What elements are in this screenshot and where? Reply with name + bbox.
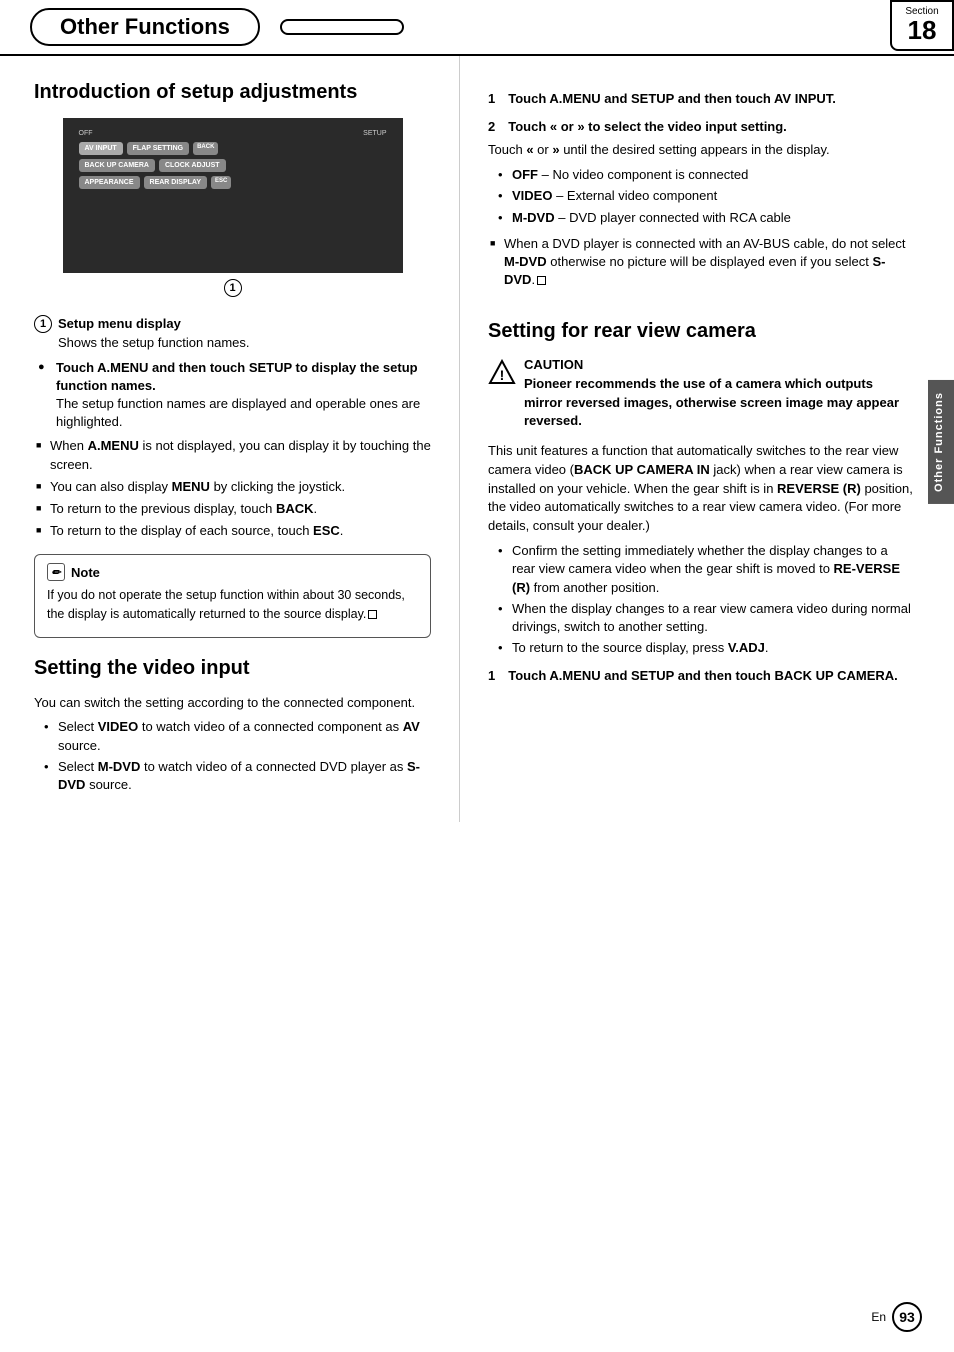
rear-camera-heading: Setting for rear view camera xyxy=(488,319,914,343)
video-bullet-mdvd: Select M-DVD to watch video of a connect… xyxy=(44,758,431,794)
end-marker xyxy=(368,610,377,619)
callout-1-item: 1 Setup menu display Shows the setup fun… xyxy=(34,315,431,353)
sq-bullet-menu: You can also display MENU by clicking th… xyxy=(36,478,431,496)
screen-btn-clock: CLOCK ADJUST xyxy=(159,159,226,172)
step2-bullet-video: VIDEO – External video component xyxy=(498,187,914,205)
step1-video-heading: 1 Touch A.MENU and SETUP and then touch … xyxy=(488,90,914,108)
video-input-heading: Setting the video input xyxy=(34,656,431,680)
main-content: Introduction of setup adjustments OFF SE… xyxy=(0,56,954,822)
section-number: 18 xyxy=(898,17,946,43)
page-header: Other Functions Section 18 xyxy=(0,0,954,56)
touch-setup-heading: Touch A.MENU and then touch SETUP to dis… xyxy=(56,360,418,393)
caution-text: Pioneer recommends the use of a camera w… xyxy=(524,375,914,430)
note-label: Note xyxy=(71,565,100,580)
step2-bullet-mdvd: M-DVD – DVD player connected with RCA ca… xyxy=(498,209,914,227)
video-input-bullets: Select VIDEO to watch video of a connect… xyxy=(44,718,431,794)
rear-bullet-normal: When the display changes to a rear view … xyxy=(498,600,914,636)
caution-box: ! CAUTION Pioneer recommends the use of … xyxy=(488,357,914,430)
avbus-bullet-list: When a DVD player is connected with an A… xyxy=(490,235,914,290)
left-column: Introduction of setup adjustments OFF SE… xyxy=(0,56,460,822)
footer-lang: En xyxy=(871,1310,886,1324)
screen-btn-backup: BACK UP CAMERA xyxy=(79,159,155,172)
header-center-box xyxy=(280,19,404,35)
rear-camera-body: This unit features a function that autom… xyxy=(488,442,914,536)
step2-intro: Touch « or » until the desired setting a… xyxy=(488,141,914,160)
callout-1-heading: Setup menu display xyxy=(58,316,181,331)
touch-setup-body: The setup function names are displayed a… xyxy=(56,396,420,429)
screen-label-setup: SETUP xyxy=(363,130,386,137)
callout-1-text: Shows the setup function names. xyxy=(58,335,250,350)
section-badge: Section 18 xyxy=(890,0,954,51)
intro-heading: Introduction of setup adjustments xyxy=(34,80,431,104)
footer-page: 93 xyxy=(892,1302,922,1332)
callout-1-circle: 1 xyxy=(224,279,242,297)
device-image-container: OFF SETUP AV INPUT FLAP SETTING BACK BAC… xyxy=(34,118,431,297)
section-title-box: Other Functions xyxy=(30,8,260,46)
note-icon: ✏ xyxy=(47,563,65,581)
rear-camera-bullets: Confirm the setting immediately whether … xyxy=(498,542,914,657)
note-header: ✏ Note xyxy=(47,563,418,581)
step1-rear-heading: 1 Touch A.MENU and SETUP and then touch … xyxy=(488,667,914,685)
screen-btn-flap: FLAP SETTING xyxy=(127,142,189,155)
page-footer: En 93 xyxy=(871,1302,922,1332)
note-box: ✏ Note If you do not operate the setup f… xyxy=(34,554,431,637)
video-bullet-video: Select VIDEO to watch video of a connect… xyxy=(44,718,431,754)
touch-setup-block: Touch A.MENU and then touch SETUP to dis… xyxy=(36,359,431,432)
caution-icon: ! xyxy=(488,359,516,387)
svg-text:!: ! xyxy=(500,367,505,383)
sq-bullet-amenu: When A.MENU is not displayed, you can di… xyxy=(36,437,431,473)
video-input-intro: You can switch the setting according to … xyxy=(34,694,431,713)
side-tab: Other Functions xyxy=(928,380,954,504)
sq-bullet-esc: To return to the display of each source,… xyxy=(36,522,431,540)
note-body: If you do not operate the setup function… xyxy=(47,586,418,622)
step2-bullets: OFF – No video component is connected VI… xyxy=(498,166,914,227)
screen-label-off: OFF xyxy=(79,130,93,137)
screen-btn-rear: REAR DISPLAY xyxy=(144,176,207,189)
screen-btn-avinput: AV INPUT xyxy=(79,142,123,155)
rear-bullet-confirm: Confirm the setting immediately whether … xyxy=(498,542,914,597)
sq-bullet-avbus: When a DVD player is connected with an A… xyxy=(490,235,914,290)
caution-label: CAUTION xyxy=(524,357,914,372)
sq-bullet-list: When A.MENU is not displayed, you can di… xyxy=(36,437,431,540)
callout-label: 1 xyxy=(34,315,52,333)
section-title: Other Functions xyxy=(60,14,230,40)
step2-bullet-off: OFF – No video component is connected xyxy=(498,166,914,184)
device-screen: OFF SETUP AV INPUT FLAP SETTING BACK BAC… xyxy=(63,118,403,273)
sq-bullet-back: To return to the previous display, touch… xyxy=(36,500,431,518)
screen-btn-back: BACK xyxy=(193,142,218,155)
rear-bullet-vadj: To return to the source display, press V… xyxy=(498,639,914,657)
screen-btn-esc: ESC xyxy=(211,176,231,189)
header-center xyxy=(260,0,954,54)
end-marker-2 xyxy=(537,276,546,285)
screen-btn-appearance: APPEARANCE xyxy=(79,176,140,189)
right-column: 1 Touch A.MENU and SETUP and then touch … xyxy=(460,56,954,822)
step2-video-heading: 2 Touch « or » to select the video input… xyxy=(488,118,914,136)
